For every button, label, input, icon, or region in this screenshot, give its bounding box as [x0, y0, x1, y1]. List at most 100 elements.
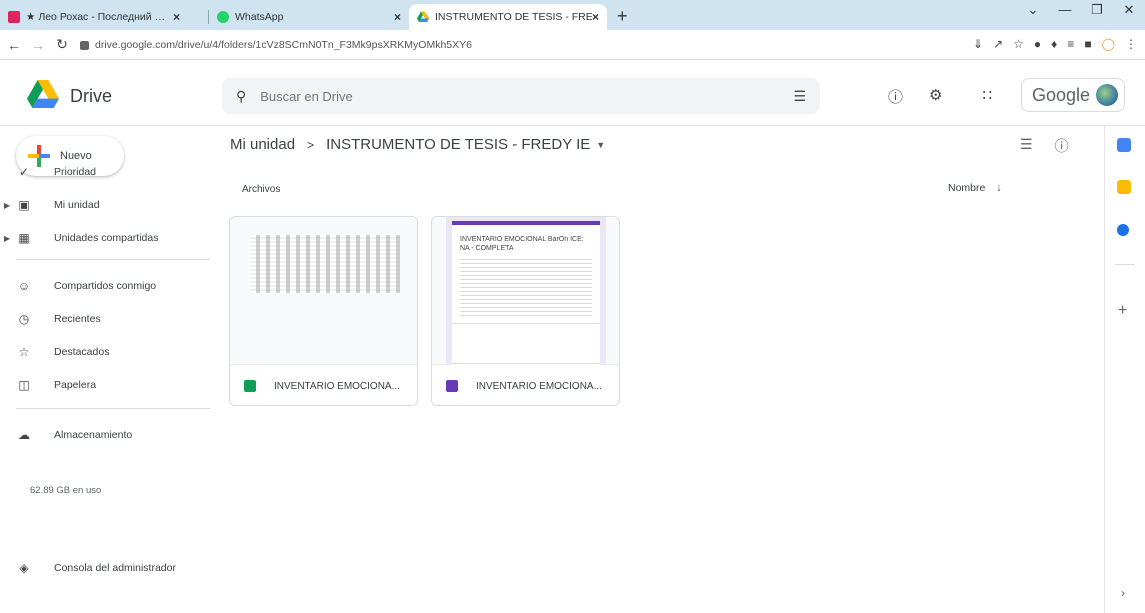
- search-icon[interactable]: ⚲: [236, 88, 246, 105]
- form-preview: INVENTARIO EMOCIONAL BarOn ICE: NA - COM…: [446, 217, 606, 371]
- sidebar-item-shared-with-me[interactable]: ☺ Compartidos conmigo: [0, 274, 210, 298]
- view-controls: ☰ ⓘ: [1020, 136, 1069, 156]
- info-icon[interactable]: ⓘ: [1055, 136, 1069, 156]
- apps-grid-icon[interactable]: ∷: [982, 86, 992, 107]
- close-icon[interactable]: ✕: [1113, 2, 1145, 18]
- sort-control[interactable]: Nombre ↓: [948, 182, 1002, 194]
- bookmark-star-icon[interactable]: ☆: [1013, 37, 1024, 51]
- breadcrumb-separator: >: [307, 137, 315, 152]
- add-addon-icon[interactable]: +: [1118, 302, 1127, 320]
- sidebar-item-label: Prioridad: [54, 166, 97, 178]
- file-thumbnail: [230, 217, 417, 365]
- sidebar-icon[interactable]: ■: [1084, 37, 1091, 51]
- file-card[interactable]: INVENTARIO EMOCIONA...: [229, 216, 418, 406]
- window-controls: ⌄ — ❐ ✕: [1017, 2, 1145, 18]
- admin-console-link[interactable]: ◈ Consola del administrador: [0, 556, 210, 580]
- profile-ring-icon[interactable]: ◯: [1102, 37, 1115, 51]
- form-question-block: [452, 323, 600, 363]
- clock-icon: ◷: [18, 312, 30, 326]
- trash-icon: ◫: [18, 378, 30, 392]
- shared-drives-icon: ▦: [18, 231, 30, 245]
- search-bar: ⚲ ☰: [222, 78, 820, 114]
- forward-icon[interactable]: →: [28, 37, 48, 53]
- chevron-down-icon[interactable]: ⌄: [1017, 2, 1049, 18]
- file-name: INVENTARIO EMOCIONA...: [476, 380, 602, 392]
- drive-logo-icon[interactable]: [26, 80, 60, 108]
- address-bar[interactable]: drive.google.com/drive/u/4/folders/1cVz8…: [80, 35, 920, 55]
- share-icon[interactable]: ↗: [993, 37, 1003, 51]
- sidebar-item-label: Compartidos conmigo: [54, 280, 157, 292]
- sidebar-item-storage[interactable]: ☁ Almacenamiento: [0, 423, 210, 447]
- file-thumbnail: INVENTARIO EMOCIONAL BarOn ICE: NA - COM…: [432, 217, 619, 371]
- new-tab-button[interactable]: +: [607, 4, 638, 30]
- avatar: [1096, 84, 1119, 106]
- youtube-music-icon: [8, 11, 20, 23]
- breadcrumb-root[interactable]: Mi unidad: [230, 136, 295, 153]
- spreadsheet-preview: [250, 235, 400, 293]
- restore-icon[interactable]: ❐: [1081, 2, 1113, 18]
- file-card-footer: INVENTARIO EMOCIONA...: [432, 365, 619, 405]
- lock-icon: [80, 40, 89, 50]
- side-panel-divider: [1115, 264, 1135, 265]
- form-preview-text: [460, 259, 592, 319]
- search-options-icon[interactable]: ☰: [793, 88, 806, 105]
- tab-label: INSTRUMENTO DE TESIS - FRED…: [435, 11, 592, 23]
- sidebar-item-label: Destacados: [54, 346, 110, 358]
- settings-gear-icon[interactable]: ⚙: [929, 86, 942, 107]
- install-icon[interactable]: ⇓: [973, 37, 983, 51]
- tasks-icon[interactable]: [1117, 224, 1129, 236]
- breadcrumb-current[interactable]: INSTRUMENTO DE TESIS - FREDY IE: [326, 136, 590, 153]
- google-label: Google: [1032, 84, 1091, 105]
- arrow-down-icon[interactable]: ↓: [996, 182, 1001, 194]
- close-tab-icon[interactable]: ×: [592, 10, 599, 24]
- expand-caret-icon[interactable]: ▶: [0, 201, 14, 210]
- close-tab-icon[interactable]: ×: [173, 10, 180, 24]
- drive-icon: [417, 11, 429, 22]
- calendar-icon[interactable]: [1117, 138, 1131, 152]
- file-card-footer: INVENTARIO EMOCIONA...: [230, 365, 417, 405]
- help-icon[interactable]: ⓘ: [888, 86, 903, 107]
- sidebar-item-trash[interactable]: ◫ Papelera: [0, 373, 210, 397]
- file-name: INVENTARIO EMOCIONA...: [274, 380, 400, 392]
- list-view-icon[interactable]: ☰: [1020, 136, 1033, 156]
- sidebar-item-my-drive[interactable]: ▶ ▣ Mi unidad: [0, 193, 210, 217]
- sort-label: Nombre: [948, 182, 986, 194]
- sidebar-item-recent[interactable]: ◷ Recientes: [0, 307, 210, 331]
- chevron-right-icon[interactable]: ›: [1121, 586, 1125, 600]
- close-tab-icon[interactable]: ×: [394, 10, 401, 24]
- star-icon: ☆: [18, 345, 30, 359]
- people-icon: ☺: [17, 279, 31, 293]
- sidebar-item-label: Papelera: [54, 379, 97, 391]
- file-card[interactable]: INVENTARIO EMOCIONAL BarOn ICE: NA - COM…: [431, 216, 620, 406]
- account-button[interactable]: Google: [1021, 78, 1125, 112]
- browser-tab-music[interactable]: ★ Лео Рохас - Последний … ×: [0, 4, 208, 30]
- breadcrumb: Mi unidad > INSTRUMENTO DE TESIS - FREDY…: [230, 136, 605, 153]
- menu-icon[interactable]: ⋮: [1125, 37, 1137, 51]
- minimize-icon[interactable]: —: [1049, 2, 1081, 18]
- browser-toolbar: ← → ↻ drive.google.com/drive/u/4/folders…: [0, 30, 1145, 60]
- search-input[interactable]: [260, 88, 741, 104]
- keep-icon[interactable]: [1117, 180, 1131, 194]
- chevron-down-icon[interactable]: ▼: [596, 140, 605, 150]
- reload-icon[interactable]: ↻: [52, 36, 72, 53]
- sidebar-item-starred[interactable]: ☆ Destacados: [0, 340, 210, 364]
- browser-tab-whatsapp[interactable]: WhatsApp ×: [209, 4, 409, 30]
- sheets-icon: [244, 380, 256, 392]
- app-name[interactable]: Drive: [70, 86, 112, 107]
- cloud-icon: ☁: [18, 428, 30, 442]
- browser-tab-drive[interactable]: INSTRUMENTO DE TESIS - FRED… ×: [409, 4, 607, 30]
- reading-list-icon[interactable]: ≡: [1067, 37, 1074, 51]
- back-icon[interactable]: ←: [4, 37, 24, 53]
- section-title: Archivos: [242, 184, 281, 195]
- form-preview-title: INVENTARIO EMOCIONAL BarOn ICE: NA - COM…: [460, 236, 584, 252]
- sidebar-item-shared-drives[interactable]: ▶ ▦ Unidades compartidas: [0, 226, 210, 250]
- browser-tab-bar: ★ Лео Рохас - Последний … × WhatsApp × I…: [0, 0, 1145, 30]
- sidebar-item-priority[interactable]: ✓ Prioridad: [0, 160, 210, 184]
- expand-caret-icon[interactable]: ▶: [0, 234, 14, 243]
- extension-icon[interactable]: ●: [1034, 37, 1041, 51]
- header-icons: ⓘ ⚙ ∷: [888, 86, 992, 107]
- storage-usage: 62.89 GB en uso: [30, 485, 102, 496]
- form-page: INVENTARIO EMOCIONAL BarOn ICE: NA - COM…: [452, 221, 600, 371]
- puzzle-icon[interactable]: ♦: [1051, 37, 1057, 51]
- sidebar-item-label: Mi unidad: [54, 199, 100, 211]
